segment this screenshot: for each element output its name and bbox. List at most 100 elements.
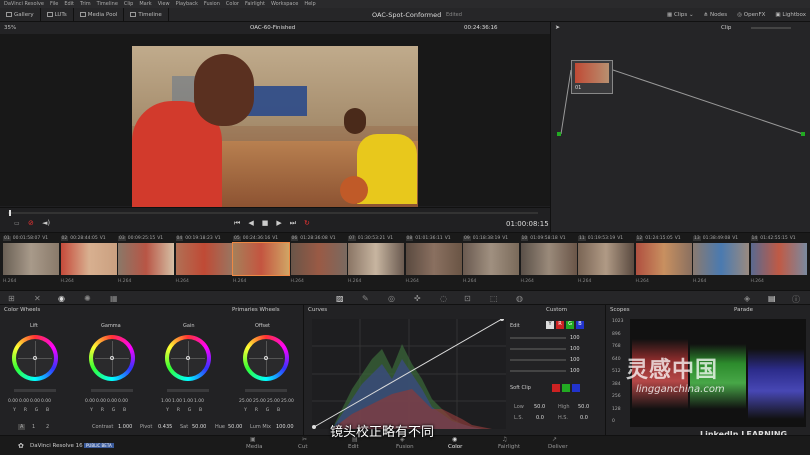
wheel-puck[interactable] bbox=[264, 356, 268, 360]
wheel-value[interactable]: 0.00 bbox=[30, 399, 40, 404]
color-wheels-icon[interactable]: ◉ bbox=[58, 294, 65, 303]
color-wheel-gain[interactable] bbox=[165, 335, 211, 381]
loop-playback-icon[interactable]: ↻ bbox=[304, 219, 310, 228]
wheel-value[interactable]: 0.00 bbox=[96, 399, 106, 404]
clip-thumbnail[interactable]: 01 00:01:58:07 V1 H.264 bbox=[3, 235, 59, 288]
menu-item-trim[interactable]: Trim bbox=[80, 1, 91, 7]
color-wheel-offset[interactable] bbox=[243, 335, 289, 381]
sat-value[interactable]: 50.00 bbox=[192, 424, 206, 430]
zoom-dropdown[interactable]: 35% bbox=[4, 25, 16, 31]
wheel-value[interactable]: 0.00 bbox=[8, 399, 18, 404]
clips-button[interactable]: ▦ Clips ⌄ bbox=[667, 12, 694, 18]
menu-item-edit[interactable]: Edit bbox=[64, 1, 74, 7]
wheel-value[interactable]: 1.00 bbox=[161, 399, 171, 404]
page-2-button[interactable]: 2 bbox=[46, 424, 49, 430]
playhead[interactable] bbox=[9, 210, 11, 216]
wheel-value[interactable]: 25.00 bbox=[267, 399, 280, 404]
clip-thumbnail[interactable]: 13 01:38:49:08 V1 H.264 bbox=[693, 235, 749, 288]
window-icon[interactable]: ◎ bbox=[388, 294, 395, 303]
scopes-mode-dropdown[interactable]: Parade bbox=[734, 307, 753, 313]
stop-icon[interactable]: ■ bbox=[262, 219, 269, 228]
menu-item-timeline[interactable]: Timeline bbox=[97, 1, 118, 7]
wheel-puck[interactable] bbox=[110, 356, 114, 360]
clip-thumbnail[interactable]: 14 01:42:55:15 V1 H.264 bbox=[750, 235, 807, 288]
curve-intensity-value[interactable]: 100 bbox=[570, 335, 580, 341]
clip-thumbnail[interactable]: 03 00:09:25:15 V1 H.264 bbox=[118, 235, 174, 288]
wheel-value[interactable]: 0.00 bbox=[107, 399, 117, 404]
qualifier-icon[interactable]: ✎ bbox=[362, 294, 369, 303]
page-tab-cut[interactable]: Cut bbox=[298, 444, 307, 450]
ls-value[interactable]: 0.0 bbox=[536, 415, 544, 421]
wheel-value[interactable]: 0.00 bbox=[85, 399, 95, 404]
key-icon[interactable]: ⊡ bbox=[464, 294, 471, 303]
curve-intensity-slider[interactable] bbox=[510, 337, 566, 339]
master-wheel-slider[interactable] bbox=[245, 389, 287, 392]
page-tab-color[interactable]: Color bbox=[448, 444, 462, 450]
curve-intensity-slider[interactable] bbox=[510, 359, 566, 361]
info-icon[interactable]: ⓘ bbox=[792, 294, 800, 305]
clip-thumbnail[interactable]: 07 01:30:53:21 V1 H.264 bbox=[348, 235, 404, 288]
menu-item-view[interactable]: View bbox=[158, 1, 170, 7]
menu-item-file[interactable]: File bbox=[50, 1, 58, 7]
page-tab-fusion[interactable]: Fusion bbox=[396, 444, 414, 450]
clip-thumbnail[interactable]: 02 00:28:44:05 V1 H.264 bbox=[60, 235, 117, 288]
page-a-button[interactable]: A bbox=[18, 424, 26, 430]
motion-effects-icon[interactable]: ▦ bbox=[110, 294, 118, 303]
low-value[interactable]: 50.0 bbox=[534, 404, 545, 410]
high-value[interactable]: 50.0 bbox=[578, 404, 589, 410]
wheel-value[interactable]: 25.00 bbox=[239, 399, 252, 404]
menu-item-workspace[interactable]: Workspace bbox=[271, 1, 298, 7]
clip-thumbnail[interactable]: 06 01:28:36:08 V1 H.264 bbox=[290, 235, 347, 288]
bypass-icon[interactable]: ⊘ bbox=[28, 219, 34, 227]
timeline-button[interactable]: Timeline bbox=[124, 7, 169, 22]
nodes-button[interactable]: ⋔ Nodes bbox=[704, 12, 728, 18]
master-wheel-slider[interactable] bbox=[91, 389, 133, 392]
hue-value[interactable]: 50.00 bbox=[228, 424, 242, 430]
curve-intensity-slider[interactable] bbox=[510, 370, 566, 372]
contrast-value[interactable]: 1.000 bbox=[118, 424, 132, 430]
curve-intensity-value[interactable]: 100 bbox=[570, 346, 580, 352]
audio-icon[interactable]: ◄) bbox=[42, 219, 50, 227]
menu-item-fusion[interactable]: Fusion bbox=[204, 1, 220, 7]
wheel-value[interactable]: 0.00 bbox=[19, 399, 29, 404]
keyframes-icon[interactable]: ◈ bbox=[744, 294, 750, 303]
y-channel-toggle[interactable]: Y bbox=[546, 321, 554, 329]
softclip-r[interactable] bbox=[552, 384, 560, 392]
camera-raw-icon[interactable]: ⊞ bbox=[8, 294, 15, 303]
play-icon[interactable]: ▶ bbox=[276, 219, 281, 228]
r-channel-toggle[interactable]: R bbox=[556, 321, 564, 329]
master-wheel-slider[interactable] bbox=[167, 389, 209, 392]
menu-item-davinci-resolve[interactable]: DaVinci Resolve bbox=[4, 1, 44, 7]
master-wheel-slider[interactable] bbox=[14, 389, 56, 392]
wheel-puck[interactable] bbox=[186, 356, 190, 360]
curves-graph[interactable] bbox=[312, 319, 506, 429]
jump-start-icon[interactable]: ⏮ bbox=[234, 219, 240, 228]
luts-button[interactable]: LUTs bbox=[41, 7, 74, 22]
wheel-value[interactable]: 1.00 bbox=[183, 399, 193, 404]
tracker-icon[interactable]: ✜ bbox=[414, 294, 421, 303]
clip-thumbnail[interactable]: 09 01:18:38:19 V1 H.264 bbox=[463, 235, 519, 288]
page-tab-edit[interactable]: Edit bbox=[348, 444, 359, 450]
scopes-icon[interactable]: ▤ bbox=[768, 294, 776, 303]
sizing-icon[interactable]: ⬚ bbox=[490, 294, 498, 303]
clip-thumbnail[interactable]: 08 01:01:36:11 V1 H.264 bbox=[405, 235, 462, 288]
color-wheel-lift[interactable] bbox=[12, 335, 58, 381]
wheels-mode-dropdown[interactable]: Primaries Wheels bbox=[232, 307, 280, 313]
media-pool-button[interactable]: Media Pool bbox=[74, 7, 125, 22]
clip-thumbnail[interactable]: 11 01:19:53:19 V1 H.264 bbox=[578, 235, 634, 288]
softclip-b[interactable] bbox=[572, 384, 580, 392]
menu-item-help[interactable]: Help bbox=[304, 1, 315, 7]
menu-item-playback[interactable]: Playback bbox=[176, 1, 198, 7]
wheel-value[interactable]: 25.00 bbox=[281, 399, 294, 404]
page-tab-media[interactable]: Media bbox=[246, 444, 263, 450]
page-tab-deliver[interactable]: Deliver bbox=[548, 444, 568, 450]
pivot-value[interactable]: 0.435 bbox=[158, 424, 172, 430]
page-1-button[interactable]: 1 bbox=[32, 424, 35, 430]
g-channel-toggle[interactable]: G bbox=[566, 321, 574, 329]
softclip-g[interactable] bbox=[562, 384, 570, 392]
menu-item-color[interactable]: Color bbox=[226, 1, 239, 7]
page-tab-fairlight[interactable]: Fairlight bbox=[498, 444, 520, 450]
clip-thumbnail[interactable]: 12 01:24:15:05 V1 H.264 bbox=[635, 235, 692, 288]
menu-item-fairlight[interactable]: Fairlight bbox=[245, 1, 265, 7]
scrubber[interactable] bbox=[8, 212, 538, 214]
